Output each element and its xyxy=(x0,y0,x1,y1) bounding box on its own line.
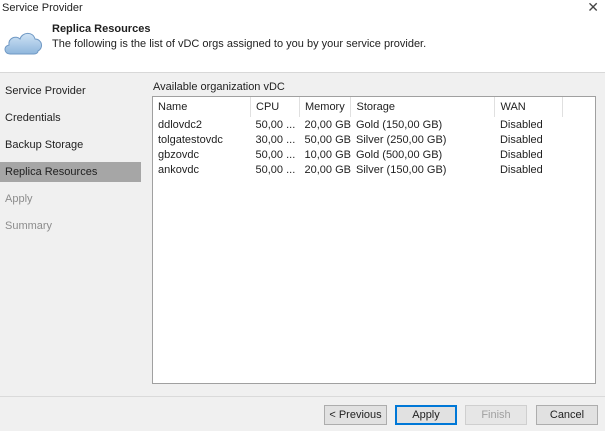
column-header-storage[interactable]: Storage xyxy=(350,97,496,117)
table-row[interactable]: ddlovdc2 50,00 ... 20,00 GB Gold (150,00 GB… xyxy=(153,117,594,132)
column-header-filler xyxy=(563,97,595,117)
table-header: Name CPU Memory Storage WAN xyxy=(153,97,594,117)
cell-wan: Disabled xyxy=(499,163,543,176)
wizard-header: Replica Resources The following is the l… xyxy=(0,16,605,73)
cell-storage: Gold (150,00 GB) xyxy=(355,118,443,131)
sidebar-item-replica-resources[interactable]: Replica Resources xyxy=(0,162,141,182)
cell-storage: Silver (150,00 GB) xyxy=(355,163,447,176)
cell-memory: 20,00 GB xyxy=(304,163,351,176)
vdc-list[interactable]: Name CPU Memory Storage WAN ddlovdc2 50,00 ..… xyxy=(152,96,596,384)
sidebar-item-credentials[interactable]: Credentials xyxy=(0,108,141,128)
title-bar: Service Provider ✕ xyxy=(0,0,605,16)
cell-memory: 50,00 GB xyxy=(304,133,351,146)
column-header-wan[interactable]: WAN xyxy=(494,97,564,117)
window-title: Service Provider xyxy=(2,2,83,14)
column-header-cpu[interactable]: CPU xyxy=(250,97,300,117)
cell-filler xyxy=(563,147,595,162)
cell-storage: Gold (500,00 GB) xyxy=(355,148,443,161)
section-label: Available organization vDC xyxy=(153,81,285,93)
sidebar-item-apply: Apply xyxy=(5,193,33,205)
cell-name: gbzovdc xyxy=(158,148,199,161)
page-title: Replica Resources xyxy=(52,23,151,35)
close-icon[interactable]: ✕ xyxy=(587,0,599,14)
cell-filler xyxy=(563,162,595,177)
cell-cpu: 50,00 ... xyxy=(255,163,296,176)
cell-filler xyxy=(563,132,595,147)
vdc-table: Name CPU Memory Storage WAN ddlovdc2 50,00 ..… xyxy=(153,97,594,177)
cell-wan: Disabled xyxy=(499,133,543,146)
cell-name: ankovdc xyxy=(158,163,199,176)
table-body: ddlovdc2 50,00 ... 20,00 GB Gold (150,00 GB… xyxy=(153,117,594,177)
table-row[interactable]: ankovdc 50,00 ... 20,00 GB Silver (150,00 G… xyxy=(153,162,594,177)
page-subtitle: The following is the list of vDC orgs as… xyxy=(52,38,427,50)
cell-storage: Silver (250,00 GB) xyxy=(355,133,447,146)
table-row[interactable]: tolgatestovdc 30,00 ... 50,00 GB Silver (25… xyxy=(153,132,594,147)
cell-cpu: 50,00 ... xyxy=(255,148,296,161)
wizard-footer: < Previous Apply Finish Cancel xyxy=(0,396,605,431)
cell-memory: 20,00 GB xyxy=(304,118,351,131)
cell-cpu: 50,00 ... xyxy=(255,118,296,131)
table-row[interactable]: gbzovdc 50,00 ... 10,00 GB Gold (500,00 GB)… xyxy=(153,147,594,162)
cancel-button[interactable]: Cancel xyxy=(536,405,598,425)
column-header-name[interactable]: Name xyxy=(153,97,251,117)
cell-wan: Disabled xyxy=(499,118,543,131)
column-header-memory[interactable]: Memory xyxy=(299,97,352,117)
cloud-icon xyxy=(4,32,43,55)
sidebar-item-backup-storage[interactable]: Backup Storage xyxy=(0,135,141,155)
cell-memory: 10,00 GB xyxy=(304,148,351,161)
sidebar-item-summary: Summary xyxy=(5,220,53,232)
previous-button[interactable]: < Previous xyxy=(324,405,387,425)
cell-filler xyxy=(563,117,595,132)
apply-button[interactable]: Apply xyxy=(395,405,457,425)
cell-name: tolgatestovdc xyxy=(158,133,223,146)
main-panel: Available organization vDC Name CPU Memory… xyxy=(145,73,605,396)
finish-button[interactable]: Finish xyxy=(465,405,527,425)
cell-cpu: 30,00 ... xyxy=(255,133,296,146)
sidebar-item-service-provider[interactable]: Service Provider xyxy=(0,81,141,101)
wizard-steps: Service Provider Credentials Backup Storag… xyxy=(0,73,145,396)
cell-name: ddlovdc2 xyxy=(158,118,203,131)
cell-wan: Disabled xyxy=(499,148,543,161)
